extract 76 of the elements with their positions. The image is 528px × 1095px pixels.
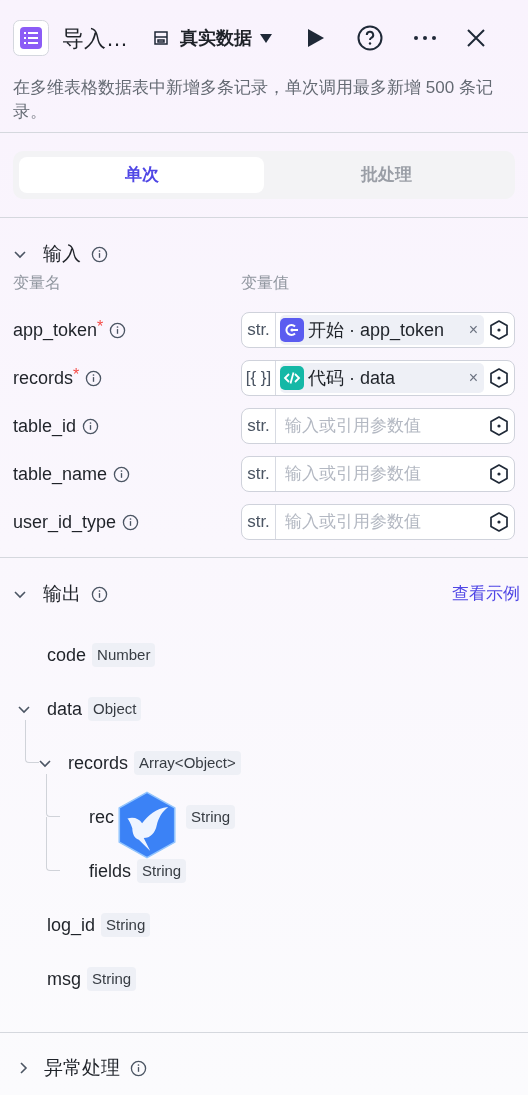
type-label: [{ }] [242, 361, 276, 395]
field-name: records [68, 751, 129, 775]
remove-button[interactable]: × [468, 366, 478, 390]
variable-value-field[interactable]: str. 输入或引用参数值 [241, 456, 515, 492]
data-source-icon [152, 29, 170, 47]
section-title: 输入 [43, 241, 81, 266]
variable-picker-icon[interactable] [488, 511, 510, 533]
type-label: str. [242, 313, 276, 347]
bird-app-icon[interactable] [116, 790, 178, 860]
variable-value-field[interactable]: str. 开始 · app_token × [241, 312, 515, 348]
field-name: data [47, 697, 83, 721]
start-node-icon [280, 318, 304, 342]
variable-name: user_id_type [13, 510, 117, 535]
variable-name: table_name [13, 462, 108, 487]
section-title: 异常处理 [44, 1055, 120, 1080]
type-label: str. [242, 409, 276, 443]
variable-picker-icon[interactable] [488, 463, 510, 485]
value-input[interactable]: 输入或引用参数值 [280, 413, 484, 439]
tree-connector [46, 774, 60, 817]
reference-label: 开始 · app_token [308, 318, 446, 343]
info-icon[interactable] [122, 513, 140, 531]
column-header: 变量值 [241, 273, 289, 293]
variable-value-field[interactable]: str. 输入或引用参数值 [241, 408, 515, 444]
info-icon[interactable] [91, 585, 108, 603]
tree-connector [25, 720, 39, 763]
required-mark: * [97, 317, 104, 335]
field-name: rec [89, 805, 114, 829]
mode-tab[interactable]: 单次 [19, 157, 264, 193]
close-icon[interactable] [467, 29, 485, 47]
data-mode-dropdown[interactable]: 真实数据 [180, 24, 272, 52]
reference-chip[interactable]: 开始 · app_token × [280, 315, 484, 345]
type-label: str. [242, 457, 276, 491]
variable-picker-icon[interactable] [488, 367, 510, 389]
caret-icon [260, 33, 272, 43]
field-name: msg [47, 967, 81, 991]
variable-name: table_id [13, 414, 77, 439]
type-tag: Object [88, 696, 142, 722]
info-icon[interactable] [91, 245, 108, 263]
required-mark: * [73, 365, 80, 383]
variable-name: records [13, 366, 74, 390]
variable-picker-icon[interactable] [488, 319, 510, 341]
type-tag: String [186, 804, 236, 830]
node-description: 在多维表格数据表中新增多条记录，单次调用最多新增 500 条记录。 [12, 77, 494, 123]
field-name: log_id [47, 913, 96, 938]
type-tag: Array<Object> [134, 750, 241, 776]
reference-chip[interactable]: 代码 · data × [280, 363, 484, 393]
list-app-icon [13, 20, 49, 56]
field-name: code [47, 643, 87, 667]
variable-picker-icon[interactable] [488, 415, 510, 437]
type-label: str. [242, 505, 276, 539]
type-tag: Number [92, 642, 156, 668]
run-icon[interactable] [307, 28, 325, 48]
info-icon[interactable] [130, 1059, 147, 1077]
variable-value-field[interactable]: str. 输入或引用参数值 [241, 504, 515, 540]
info-icon[interactable] [82, 417, 100, 435]
more-icon[interactable] [413, 35, 437, 41]
type-tag: String [137, 858, 187, 884]
help-icon[interactable] [357, 25, 383, 51]
code-node-icon [280, 366, 304, 390]
info-icon[interactable] [113, 465, 131, 483]
variable-name: app_token [13, 318, 98, 343]
value-input[interactable]: 输入或引用参数值 [280, 509, 484, 535]
info-icon[interactable] [85, 369, 103, 387]
column-header: 变量名 [13, 273, 62, 293]
value-input[interactable]: 输入或引用参数值 [280, 461, 484, 487]
view-example-link[interactable]: 查看示例 [452, 581, 520, 607]
info-icon[interactable] [109, 321, 127, 339]
type-tag: String [101, 912, 151, 938]
reference-label: 代码 · data [308, 366, 397, 390]
tree-connector [46, 817, 60, 871]
type-tag: String [87, 966, 137, 992]
remove-button[interactable]: × [468, 318, 478, 342]
node-title: 导入… [62, 24, 128, 53]
variable-value-field[interactable]: [{ }] 代码 · data × [241, 360, 515, 396]
section-title: 输出 [43, 581, 81, 606]
field-name: fields [89, 859, 132, 883]
